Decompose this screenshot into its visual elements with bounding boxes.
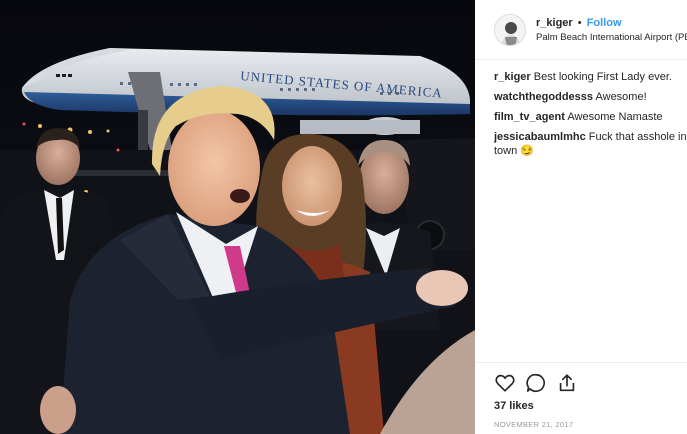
- post-date: NOVEMBER 21, 2017: [494, 420, 574, 429]
- comment-item: film_tv_agent Awesome Namaste: [494, 110, 687, 124]
- comment-icon[interactable]: [525, 372, 549, 396]
- username-link[interactable]: r_kiger: [536, 17, 573, 29]
- post-side-panel: r_kiger • Follow Palm Beach Internationa…: [475, 0, 687, 434]
- likes-count[interactable]: 37 likes: [494, 400, 534, 412]
- share-icon[interactable]: [556, 372, 580, 396]
- comment-author[interactable]: watchthegoddesss: [494, 91, 593, 103]
- post-header: r_kiger • Follow Palm Beach Internationa…: [475, 0, 687, 60]
- post-photo[interactable]: UNITED STATES OF AMERICA: [0, 0, 475, 434]
- comment-author[interactable]: r_kiger: [494, 71, 531, 83]
- user-line: r_kiger • Follow: [536, 17, 622, 30]
- comment-text: Awesome!: [595, 91, 647, 103]
- comment-text: Awesome Namaste: [567, 111, 663, 123]
- follow-button[interactable]: Follow: [587, 17, 622, 29]
- heart-icon[interactable]: [494, 372, 518, 396]
- post-photo-art: UNITED STATES OF AMERICA: [0, 0, 475, 434]
- comment-item: r_kiger Best looking First Lady ever.: [494, 70, 687, 84]
- avatar-image: [495, 15, 525, 45]
- separator-dot: •: [577, 17, 582, 29]
- comments-list: r_kiger Best looking First Lady ever. wa…: [494, 70, 687, 164]
- comment-item: jessicabaumlmhc Fuck that asshole in tow…: [494, 130, 687, 158]
- comment-author[interactable]: jessicabaumlmhc: [494, 131, 586, 143]
- comment-text: Best looking First Lady ever.: [533, 71, 672, 83]
- comment-author[interactable]: film_tv_agent: [494, 111, 565, 123]
- location-link[interactable]: Palm Beach International Airport (PBI): [536, 32, 687, 44]
- avatar[interactable]: [494, 14, 526, 46]
- comment-item: watchthegoddesss Awesome!: [494, 90, 687, 104]
- post-footer: 37 likes NOVEMBER 21, 2017: [475, 362, 687, 434]
